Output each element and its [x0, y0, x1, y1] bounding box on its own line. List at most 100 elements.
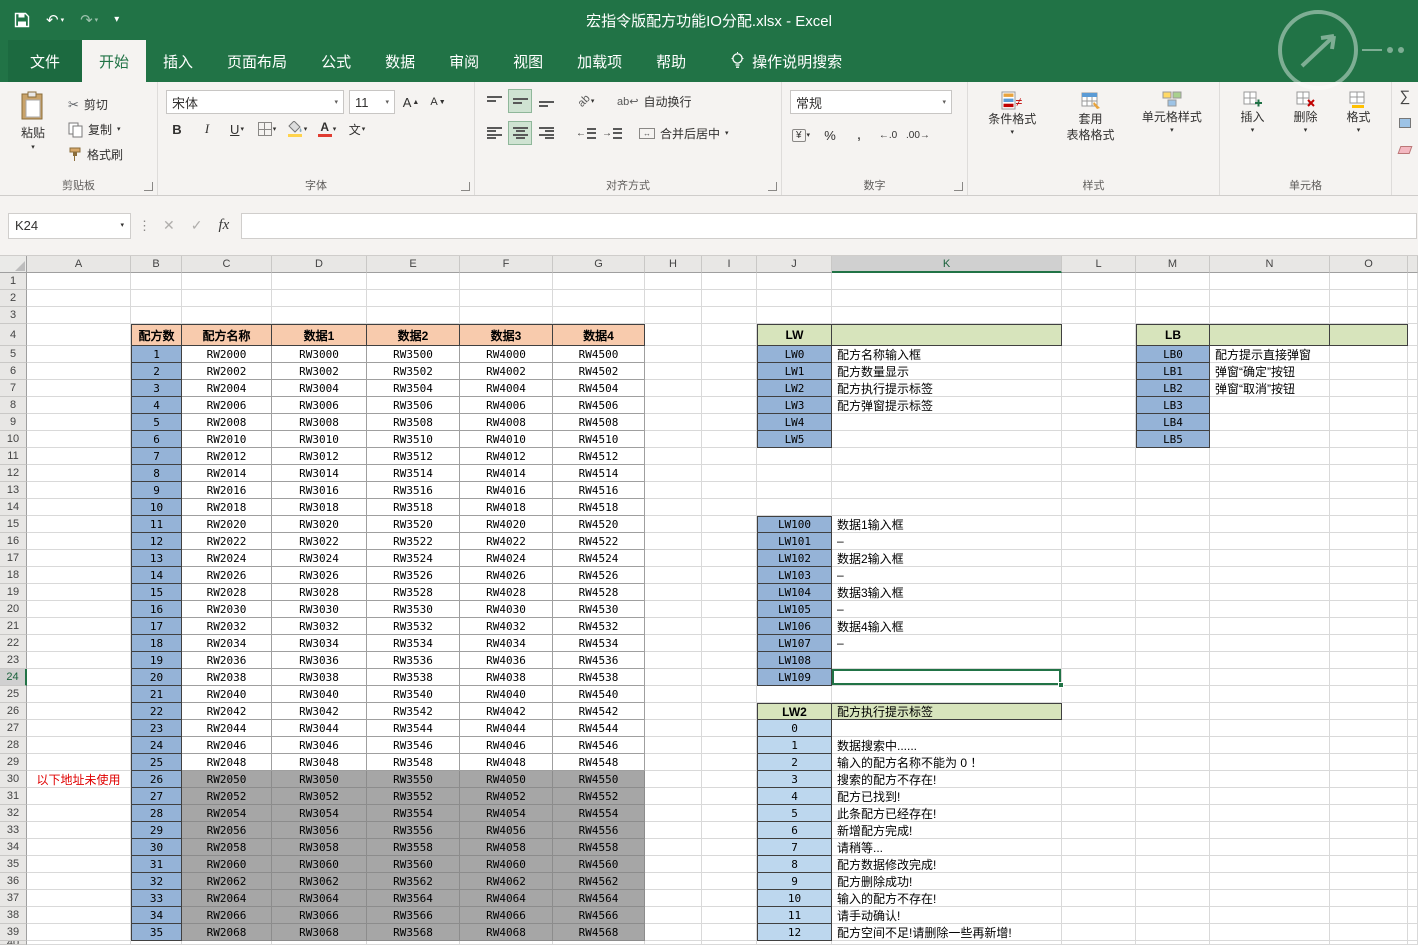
cell-A39[interactable] [27, 924, 131, 941]
cell-L29[interactable] [1062, 754, 1136, 771]
cell-M34[interactable] [1136, 839, 1210, 856]
cell-L7[interactable] [1062, 380, 1136, 397]
cell-A31[interactable] [27, 788, 131, 805]
phonetic-guide-button[interactable]: 文▾ [346, 118, 368, 140]
cell-D25[interactable]: RW3040 [272, 686, 367, 703]
cell-I3[interactable] [702, 307, 757, 324]
col-header-B[interactable]: B [131, 256, 182, 273]
cell-A30[interactable]: 以下地址未使用 [27, 771, 131, 788]
col-header-N[interactable]: N [1210, 256, 1330, 273]
cell-D30[interactable]: RW3050 [272, 771, 367, 788]
cell-A13[interactable] [27, 482, 131, 499]
cell-C13[interactable]: RW2016 [182, 482, 272, 499]
cell-I19[interactable] [702, 584, 757, 601]
cell-O8[interactable] [1330, 397, 1408, 414]
cell-K10[interactable] [832, 431, 1062, 448]
cell-C22[interactable]: RW2034 [182, 635, 272, 652]
cell-L4[interactable] [1062, 324, 1136, 346]
cell-H39[interactable] [645, 924, 702, 941]
text-orientation-button[interactable]: ab▾ [575, 90, 597, 112]
cell-M37[interactable] [1136, 890, 1210, 907]
cell-N11[interactable] [1210, 448, 1330, 465]
cell-B20[interactable]: 16 [131, 601, 182, 618]
align-right-button[interactable] [535, 122, 557, 144]
cell-A25[interactable] [27, 686, 131, 703]
cell-O1[interactable] [1330, 273, 1408, 290]
cell-I18[interactable] [702, 567, 757, 584]
cell-P1[interactable] [1408, 273, 1418, 290]
cell-N29[interactable] [1210, 754, 1330, 771]
cell-C17[interactable]: RW2024 [182, 550, 272, 567]
cell-G11[interactable]: RW4512 [553, 448, 645, 465]
cell-G7[interactable]: RW4504 [553, 380, 645, 397]
cell-G27[interactable]: RW4544 [553, 720, 645, 737]
cell-P2[interactable] [1408, 290, 1418, 307]
cell-C34[interactable]: RW2058 [182, 839, 272, 856]
cut-button[interactable]: ✂ 剪切 [68, 96, 123, 113]
cell-H14[interactable] [645, 499, 702, 516]
cell-G4[interactable]: 数据4 [553, 324, 645, 346]
tab-文件[interactable]: 文件 [8, 40, 82, 82]
cell-J36[interactable]: 9 [757, 873, 832, 890]
cell-C35[interactable]: RW2060 [182, 856, 272, 873]
cell-M14[interactable] [1136, 499, 1210, 516]
cell-J4[interactable]: LW [757, 324, 832, 346]
cell-G33[interactable]: RW4556 [553, 822, 645, 839]
number-format-select[interactable]: 常规 ▾ [790, 90, 952, 114]
cell-E7[interactable]: RW3504 [367, 380, 460, 397]
increase-font-size-button[interactable]: A▲ [400, 91, 422, 113]
cell-C2[interactable] [182, 290, 272, 307]
cell-O6[interactable] [1330, 363, 1408, 380]
cell-I32[interactable] [702, 805, 757, 822]
cell-P39[interactable] [1408, 924, 1418, 941]
cell-B18[interactable]: 14 [131, 567, 182, 584]
percent-style-button[interactable]: % [819, 124, 841, 146]
cell-G16[interactable]: RW4522 [553, 533, 645, 550]
row-header-38[interactable]: 38 [0, 907, 27, 924]
cell-A2[interactable] [27, 290, 131, 307]
row-header-39[interactable]: 39 [0, 924, 27, 941]
cell-M30[interactable] [1136, 771, 1210, 788]
cell-K23[interactable] [832, 652, 1062, 669]
cell-A36[interactable] [27, 873, 131, 890]
cell-K33[interactable]: 新增配方完成! [832, 822, 1062, 839]
cell-B26[interactable]: 22 [131, 703, 182, 720]
cell-C18[interactable]: RW2026 [182, 567, 272, 584]
cell-B11[interactable]: 7 [131, 448, 182, 465]
cell-A34[interactable] [27, 839, 131, 856]
cell-M20[interactable] [1136, 601, 1210, 618]
cell-B22[interactable]: 18 [131, 635, 182, 652]
cell-M16[interactable] [1136, 533, 1210, 550]
cell-L8[interactable] [1062, 397, 1136, 414]
cell-N17[interactable] [1210, 550, 1330, 567]
cell-I15[interactable] [702, 516, 757, 533]
cell-D17[interactable]: RW3024 [272, 550, 367, 567]
row-header-29[interactable]: 29 [0, 754, 27, 771]
cell-O37[interactable] [1330, 890, 1408, 907]
cell-B40[interactable] [131, 941, 182, 945]
cell-C6[interactable]: RW2002 [182, 363, 272, 380]
cell-D12[interactable]: RW3014 [272, 465, 367, 482]
cell-D37[interactable]: RW3064 [272, 890, 367, 907]
cell-F4[interactable]: 数据3 [460, 324, 553, 346]
tab-视图[interactable]: 视图 [496, 40, 560, 82]
cell-J6[interactable]: LW1 [757, 363, 832, 380]
cell-F36[interactable]: RW4062 [460, 873, 553, 890]
cell-M25[interactable] [1136, 686, 1210, 703]
cell-F6[interactable]: RW4002 [460, 363, 553, 380]
cell-P34[interactable] [1408, 839, 1418, 856]
cell-K39[interactable]: 配方空间不足!请删除一些再新增! [832, 924, 1062, 941]
cell-O5[interactable] [1330, 346, 1408, 363]
cell-I33[interactable] [702, 822, 757, 839]
customize-quick-access-button[interactable]: ▾ [114, 15, 119, 25]
cell-J10[interactable]: LW5 [757, 431, 832, 448]
cell-D4[interactable]: 数据1 [272, 324, 367, 346]
cell-A5[interactable] [27, 346, 131, 363]
cell-I35[interactable] [702, 856, 757, 873]
cell-F32[interactable]: RW4054 [460, 805, 553, 822]
cell-H2[interactable] [645, 290, 702, 307]
cell-I1[interactable] [702, 273, 757, 290]
cell-A6[interactable] [27, 363, 131, 380]
cell-A4[interactable] [27, 324, 131, 346]
cell-L23[interactable] [1062, 652, 1136, 669]
